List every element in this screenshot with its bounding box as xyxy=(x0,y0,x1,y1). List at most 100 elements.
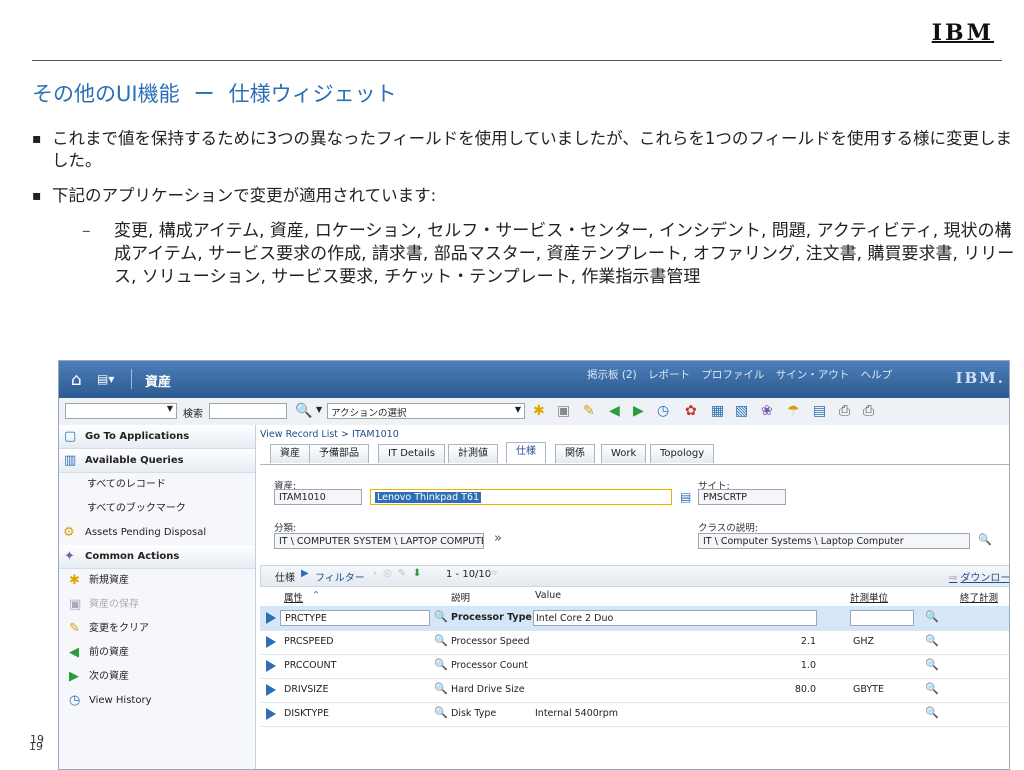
action-clear[interactable]: ✎ 変更をクリア xyxy=(59,617,255,641)
action-history[interactable]: ◷ View History xyxy=(59,689,255,713)
col-value[interactable]: Value xyxy=(535,590,561,601)
search-icon[interactable]: 🔍 xyxy=(434,658,448,671)
go-to-applications[interactable]: ▢ Go To Applications xyxy=(59,425,255,449)
query-select[interactable]: ▼ xyxy=(65,403,177,419)
stack-icon[interactable]: ▤▾ xyxy=(97,372,114,386)
row-expand-icon[interactable] xyxy=(266,684,276,696)
prev-icon[interactable]: ◀ xyxy=(609,403,620,419)
search-icon[interactable]: 🔍 xyxy=(434,610,448,623)
asset-num-field[interactable]: ITAM1010 xyxy=(274,489,362,505)
tab-specifications[interactable]: 仕様 xyxy=(506,442,546,463)
search-icon[interactable]: 🔍 xyxy=(925,658,939,671)
tab-meters[interactable]: 計測値 xyxy=(448,444,498,463)
tab-topology[interactable]: Topology xyxy=(650,444,715,463)
table-row[interactable]: DRIVSIZE 🔍 Hard Drive Size 80.0 GBYTE 🔍 xyxy=(260,678,1009,703)
class-desc-field[interactable]: IT \ Computer Systems \ Laptop Computer xyxy=(698,533,970,549)
row-expand-icon[interactable] xyxy=(266,612,276,624)
search-icon[interactable]: 🔍 xyxy=(925,610,939,623)
long-desc-icon[interactable]: ▤ xyxy=(680,490,691,504)
tool-icon[interactable]: ☂ xyxy=(787,403,800,419)
table-row[interactable]: DISKTYPE 🔍 Disk Type Internal 5400rpm 🔍 xyxy=(260,702,1009,727)
col-attribute[interactable]: 属性 xyxy=(284,590,303,604)
tool-icon[interactable]: ❀ xyxy=(761,403,773,419)
row-value: Internal 5400rpm xyxy=(535,708,618,719)
tab-asset[interactable]: 資産 xyxy=(270,444,310,463)
row-expand-icon[interactable] xyxy=(266,708,276,720)
site-field[interactable]: PMSCRTP xyxy=(698,489,786,505)
asset-desc-field[interactable]: Lenovo Thinkpad T61 xyxy=(370,489,672,505)
clear-icon[interactable]: ✎ xyxy=(583,403,595,419)
toolbar: ▼ 検索 🔍 ▼ アクションの選択 ▼ ✱ ▣ ✎ ◀ ▶ ◷ ✿ ▦ ▧ ❀ ☂… xyxy=(59,398,1009,426)
search-icon[interactable]: 🔍 xyxy=(434,706,448,719)
search-input[interactable] xyxy=(209,403,287,419)
tool-icon[interactable]: ▧ xyxy=(735,403,748,419)
history-icon[interactable]: ◷ xyxy=(657,403,669,419)
save-icon[interactable]: ▣ xyxy=(557,403,570,419)
tool-icon[interactable]: ▦ xyxy=(711,403,724,419)
home-icon[interactable]: ⌂ xyxy=(71,370,82,390)
table-row[interactable]: PRCCOUNT 🔍 Processor Count 1.0 🔍 xyxy=(260,654,1009,679)
chevron-down-icon[interactable]: ▼ xyxy=(316,405,322,414)
query-assets-pending[interactable]: ⚙ Assets Pending Disposal xyxy=(59,521,255,545)
link-signout[interactable]: サイン・アウト xyxy=(776,369,850,381)
tab-spare-parts[interactable]: 予備部品 xyxy=(309,444,369,463)
row-unit[interactable] xyxy=(850,610,914,626)
action-new-asset[interactable]: ✱ 新規資産 xyxy=(59,569,255,593)
search-icon[interactable]: 🔍 xyxy=(925,634,939,647)
query-all-records[interactable]: すべてのレコード xyxy=(59,473,255,497)
class-field[interactable]: IT \ COMPUTER SYSTEM \ LAPTOP COMPUTER xyxy=(274,533,484,549)
download-link[interactable]: ⇨ダウンロード xyxy=(949,569,1009,584)
row-desc: Processor Count xyxy=(451,660,528,671)
download-icon[interactable]: ⬇ xyxy=(413,568,421,579)
new-icon[interactable]: ✱ xyxy=(533,403,545,419)
tool-icon[interactable]: ✿ xyxy=(685,403,697,419)
col-unit[interactable]: 計測単位 xyxy=(850,590,888,604)
row-value[interactable]: Intel Core 2 Duo xyxy=(533,610,817,626)
filter-button[interactable]: フィルター xyxy=(315,569,365,584)
print-icon[interactable]: ⎙ xyxy=(839,403,850,419)
tab-work[interactable]: Work xyxy=(601,444,647,463)
class-desc-label: クラスの説明: xyxy=(698,523,759,534)
search-icon[interactable]: 🔍 xyxy=(434,634,448,647)
next-page-icon[interactable]: ⇨ xyxy=(489,568,497,579)
link-reports[interactable]: レポート xyxy=(648,369,690,381)
action-next[interactable]: ▶ 次の資産 xyxy=(59,665,255,689)
tab-relationships[interactable]: 関係 xyxy=(555,444,595,463)
row-expand-icon[interactable] xyxy=(266,660,276,672)
sub-bullet-item: 変更, 構成アイテム, 資産, ロケーション, セルフ・サービス・センター, イ… xyxy=(82,220,1016,289)
search-icon[interactable]: 🔍 xyxy=(925,706,939,719)
class-label: 分類: xyxy=(274,523,297,534)
row-attr[interactable]: PRCTYPE xyxy=(280,610,430,626)
search-icon[interactable]: 🔍 xyxy=(978,533,992,546)
row-desc: Hard Drive Size xyxy=(451,684,525,695)
row-attr: PRCCOUNT xyxy=(284,660,337,671)
table-row[interactable]: PRCSPEED 🔍 Processor Speed 2.1 GHZ 🔍 xyxy=(260,630,1009,655)
action-prev[interactable]: ◀ 前の資産 xyxy=(59,641,255,665)
action-save-asset[interactable]: ▣ 資産の保存 xyxy=(59,593,255,617)
row-expand-icon[interactable] xyxy=(266,636,276,648)
query-all-bookmarks[interactable]: すべてのブックマーク xyxy=(59,497,255,521)
link-bulletin[interactable]: 掲示板 (2) xyxy=(587,369,637,381)
breadcrumb[interactable]: View Record List > ITAM1010 xyxy=(260,429,399,440)
sort-icon: ⌃ xyxy=(312,590,320,601)
link-help[interactable]: ヘルプ xyxy=(861,369,893,381)
common-actions-head[interactable]: ✦ Common Actions xyxy=(59,545,255,569)
print-icon[interactable]: ⎙ xyxy=(863,403,874,419)
tool-icon[interactable]: ▤ xyxy=(813,403,826,419)
sidebar: ▢ Go To Applications ▥ Available Queries す… xyxy=(59,425,256,769)
tab-it-details[interactable]: IT Details xyxy=(378,444,445,463)
double-chevron-icon[interactable]: » xyxy=(494,531,502,546)
link-profile[interactable]: プロファイル xyxy=(701,369,764,381)
action-select[interactable]: アクションの選択 ▼ xyxy=(327,403,525,419)
table-row[interactable]: PRCTYPE 🔍 Processor Type Intel Core 2 Du… xyxy=(260,606,1009,631)
col-description[interactable]: 説明 xyxy=(451,590,470,604)
row-unit xyxy=(850,706,914,722)
next-icon[interactable]: ▶ xyxy=(633,403,644,419)
search-icon[interactable]: 🔍 xyxy=(295,403,312,419)
search-icon[interactable]: 🔍 xyxy=(925,682,939,695)
available-queries-head[interactable]: ▥ Available Queries xyxy=(59,449,255,473)
app-ibm-logo: IBM. xyxy=(955,369,1005,387)
filter-icon[interactable]: ▶ xyxy=(301,568,309,579)
search-icon[interactable]: 🔍 xyxy=(434,682,448,695)
col-end-meter[interactable]: 終了計測 xyxy=(960,590,998,604)
